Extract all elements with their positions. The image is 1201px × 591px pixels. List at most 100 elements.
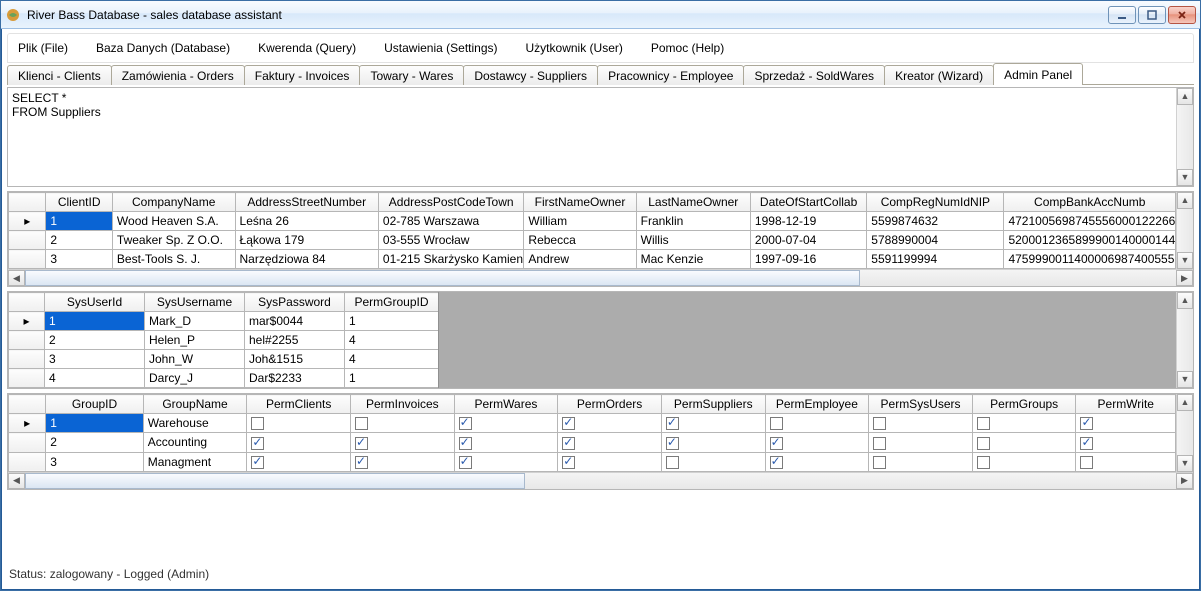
- checkbox[interactable]: [666, 456, 679, 469]
- checkbox[interactable]: [251, 437, 264, 450]
- cell[interactable]: 1997-09-16: [750, 250, 866, 269]
- titlebar[interactable]: River Bass Database - sales database ass…: [1, 1, 1200, 29]
- cell[interactable]: Rebecca: [524, 231, 636, 250]
- checkbox[interactable]: [977, 456, 990, 469]
- grid2-corner[interactable]: [9, 293, 45, 312]
- tab-orders[interactable]: Zamówienia - Orders: [111, 65, 245, 85]
- table-row[interactable]: ▸1Mark_Dmar$00441: [9, 312, 439, 331]
- scroll-left-icon[interactable]: ◀: [8, 473, 25, 489]
- cell[interactable]: Willis: [636, 231, 750, 250]
- checkbox[interactable]: [977, 437, 990, 450]
- grid2-h-password[interactable]: SysPassword: [245, 293, 345, 312]
- scroll-thumb[interactable]: [25, 270, 860, 286]
- scroll-thumb[interactable]: [25, 473, 525, 489]
- grid2-h-userid[interactable]: SysUserId: [45, 293, 145, 312]
- cell[interactable]: [247, 414, 351, 433]
- scroll-up-icon[interactable]: ▲: [1177, 292, 1193, 309]
- cell[interactable]: [765, 433, 869, 452]
- sql-textarea[interactable]: [8, 88, 1176, 186]
- sql-vscrollbar[interactable]: ▲ ▼: [1176, 88, 1193, 186]
- cell[interactable]: 47210056987455560001222668: [1004, 212, 1176, 231]
- scroll-right-icon[interactable]: ▶: [1176, 270, 1193, 286]
- cell[interactable]: Joh&1515: [245, 350, 345, 369]
- clients-grid[interactable]: ClientID CompanyName AddressStreetNumber…: [8, 192, 1176, 269]
- cell[interactable]: 3: [46, 452, 143, 471]
- grid2-vscrollbar[interactable]: ▲ ▼: [1176, 292, 1193, 388]
- cell[interactable]: 52000123658999001400001444: [1004, 231, 1176, 250]
- cell[interactable]: 5591199994: [867, 250, 1004, 269]
- cell[interactable]: [351, 433, 455, 452]
- cell[interactable]: [558, 452, 662, 471]
- cell[interactable]: 3: [46, 250, 113, 269]
- checkbox[interactable]: [562, 417, 575, 430]
- cell[interactable]: 4: [345, 350, 439, 369]
- cell[interactable]: [454, 414, 558, 433]
- users-grid[interactable]: SysUserId SysUsername SysPassword PermGr…: [8, 292, 438, 388]
- table-row[interactable]: 2Tweaker Sp. Z O.O.Łąkowa 17903-555 Wroc…: [9, 231, 1176, 250]
- grid3-h-permemp[interactable]: PermEmployee: [765, 395, 869, 414]
- cell[interactable]: Best-Tools S. J.: [112, 250, 235, 269]
- menu-help[interactable]: Pomoc (Help): [647, 39, 728, 57]
- grid1-h-last[interactable]: LastNameOwner: [636, 193, 750, 212]
- cell[interactable]: 2: [45, 331, 145, 350]
- row-header[interactable]: [9, 350, 45, 369]
- grid3-h-permsup[interactable]: PermSuppliers: [661, 395, 765, 414]
- row-header[interactable]: [9, 452, 46, 471]
- cell[interactable]: [454, 452, 558, 471]
- cell[interactable]: John_W: [145, 350, 245, 369]
- cell[interactable]: 01-215 Skarżysko Kamienna: [378, 250, 523, 269]
- grid3-h-permclients[interactable]: PermClients: [247, 395, 351, 414]
- cell[interactable]: hel#2255: [245, 331, 345, 350]
- checkbox[interactable]: [1080, 437, 1093, 450]
- row-header[interactable]: [9, 369, 45, 388]
- cell[interactable]: 2000-07-04: [750, 231, 866, 250]
- cell[interactable]: [351, 452, 455, 471]
- menu-file[interactable]: Plik (File): [14, 39, 72, 57]
- row-header[interactable]: ▸: [9, 212, 46, 231]
- maximize-button[interactable]: [1138, 6, 1166, 24]
- cell[interactable]: [247, 452, 351, 471]
- cell[interactable]: 5788990004: [867, 231, 1004, 250]
- cell[interactable]: 03-555 Wrocław: [378, 231, 523, 250]
- grid3-h-permgrp[interactable]: PermGroups: [972, 395, 1076, 414]
- cell[interactable]: mar$0044: [245, 312, 345, 331]
- cell[interactable]: Warehouse: [143, 414, 247, 433]
- cell[interactable]: Dar$2233: [245, 369, 345, 388]
- grid3-h-groupid[interactable]: GroupID: [46, 395, 143, 414]
- row-header[interactable]: [9, 433, 46, 452]
- grid1-vscrollbar[interactable]: ▲ ▼: [1176, 192, 1193, 269]
- cell[interactable]: 1: [46, 414, 143, 433]
- checkbox[interactable]: [666, 417, 679, 430]
- checkbox[interactable]: [873, 456, 886, 469]
- cell[interactable]: [1076, 452, 1176, 471]
- cell[interactable]: [869, 452, 973, 471]
- scroll-right-icon[interactable]: ▶: [1176, 473, 1193, 489]
- cell[interactable]: 02-785 Warszawa: [378, 212, 523, 231]
- cell[interactable]: 4: [345, 331, 439, 350]
- grid1-h-company[interactable]: CompanyName: [112, 193, 235, 212]
- cell[interactable]: 2: [46, 231, 113, 250]
- table-row[interactable]: 3John_WJoh&15154: [9, 350, 439, 369]
- checkbox[interactable]: [873, 437, 886, 450]
- tab-employee[interactable]: Pracownicy - Employee: [597, 65, 744, 85]
- cell[interactable]: [661, 414, 765, 433]
- cell[interactable]: Wood Heaven S.A.: [112, 212, 235, 231]
- cell[interactable]: [454, 433, 558, 452]
- cell[interactable]: 4: [45, 369, 145, 388]
- grid1-h-first[interactable]: FirstNameOwner: [524, 193, 636, 212]
- checkbox[interactable]: [562, 437, 575, 450]
- menu-database[interactable]: Baza Danych (Database): [92, 39, 234, 57]
- tab-admin[interactable]: Admin Panel: [993, 63, 1083, 84]
- checkbox[interactable]: [459, 437, 472, 450]
- cell[interactable]: Tweaker Sp. Z O.O.: [112, 231, 235, 250]
- grid1-h-date[interactable]: DateOfStartCollab: [750, 193, 866, 212]
- menu-query[interactable]: Kwerenda (Query): [254, 39, 360, 57]
- menu-user[interactable]: Użytkownik (User): [522, 39, 627, 57]
- scroll-up-icon[interactable]: ▲: [1177, 88, 1193, 105]
- checkbox[interactable]: [251, 456, 264, 469]
- cell[interactable]: [351, 414, 455, 433]
- grid2-h-permgroup[interactable]: PermGroupID: [345, 293, 439, 312]
- cell[interactable]: 47599900114000069874005556: [1004, 250, 1176, 269]
- scroll-up-icon[interactable]: ▲: [1177, 394, 1193, 411]
- grid1-h-reg[interactable]: CompRegNumIdNIP: [867, 193, 1004, 212]
